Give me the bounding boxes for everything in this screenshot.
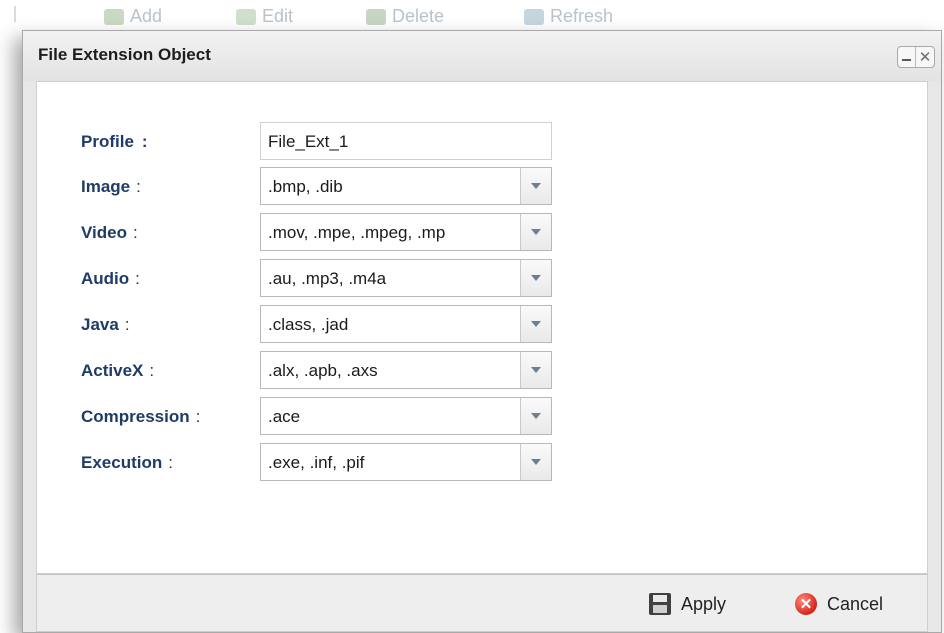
window-controls: ✕ [897, 46, 935, 68]
delete-button[interactable]: Delete [366, 6, 444, 27]
chevron-down-icon [531, 229, 541, 235]
activex-row: ActiveX: .alx, .apb, .axs [37, 351, 637, 389]
dialog-title: File Extension Object [38, 45, 211, 64]
java-value: .class, .jad [268, 315, 349, 334]
close-button[interactable]: ✕ [916, 47, 934, 67]
cancel-icon: ✕ [795, 593, 817, 615]
java-dropdown-button[interactable] [520, 306, 551, 342]
image-select[interactable]: .bmp, .dib [260, 167, 552, 205]
java-row: Java: .class, .jad [37, 305, 637, 343]
video-value: .mov, .mpe, .mpeg, .mp [268, 223, 446, 242]
java-label: Java: [81, 315, 130, 334]
chevron-down-icon [531, 459, 541, 465]
activex-label: ActiveX: [81, 361, 155, 380]
background-toolbar: Add Edit Delete Refresh [0, 0, 944, 30]
close-icon: ✕ [918, 49, 932, 66]
chevron-down-icon [531, 321, 541, 327]
video-dropdown-button[interactable] [520, 214, 551, 250]
form-panel: Profile: File_Ext_1 Image: .bmp, .dib Vi… [36, 81, 928, 574]
video-row: Video: .mov, .mpe, .mpeg, .mp [37, 213, 637, 251]
activex-value: .alx, .apb, .axs [268, 361, 378, 380]
refresh-button[interactable]: Refresh [524, 6, 613, 27]
chevron-down-icon [531, 183, 541, 189]
image-dropdown-button[interactable] [520, 168, 551, 204]
compression-select[interactable]: .ace [260, 397, 552, 435]
execution-label: Execution: [81, 453, 173, 472]
compression-label: Compression: [81, 407, 201, 426]
delete-icon [366, 8, 386, 25]
audio-row: Audio: .au, .mp3, .m4a [37, 259, 637, 297]
refresh-icon [524, 8, 544, 25]
chevron-down-icon [531, 367, 541, 373]
image-value: .bmp, .dib [268, 177, 343, 196]
apply-button[interactable]: Apply [649, 593, 726, 615]
execution-value: .exe, .inf, .pif [268, 453, 365, 472]
chevron-down-icon [531, 275, 541, 281]
dialog-titlebar[interactable]: File Extension Object ✕ [23, 31, 941, 81]
audio-label: Audio: [81, 269, 140, 288]
compression-dropdown-button[interactable] [520, 398, 551, 434]
image-row: Image: .bmp, .dib [37, 167, 637, 205]
add-label: Add [130, 6, 163, 26]
video-label: Video: [81, 223, 138, 242]
add-button[interactable]: Add [104, 6, 162, 27]
edit-icon [236, 8, 256, 25]
execution-row: Execution: .exe, .inf, .pif [37, 443, 637, 481]
toolbar-separator [14, 6, 16, 22]
compression-value: .ace [268, 407, 301, 426]
cancel-label: Cancel [827, 593, 884, 614]
dialog-footer: Apply ✕ Cancel [36, 574, 928, 632]
save-icon [649, 593, 671, 615]
file-extension-dialog: File Extension Object ✕ Profile: File_Ex… [22, 30, 942, 633]
execution-select[interactable]: .exe, .inf, .pif [260, 443, 552, 481]
audio-value: .au, .mp3, .m4a [268, 269, 387, 288]
compression-row: Compression: .ace [37, 397, 637, 435]
minimize-icon [902, 59, 912, 61]
chevron-down-icon [531, 413, 541, 419]
execution-dropdown-button[interactable] [520, 444, 551, 480]
java-select[interactable]: .class, .jad [260, 305, 552, 343]
profile-input[interactable]: File_Ext_1 [260, 122, 552, 160]
image-label: Image: [81, 177, 141, 196]
minimize-button[interactable] [898, 47, 917, 67]
activex-dropdown-button[interactable] [520, 352, 551, 388]
profile-value: File_Ext_1 [268, 132, 349, 151]
edit-button[interactable]: Edit [236, 6, 293, 27]
video-select[interactable]: .mov, .mpe, .mpeg, .mp [260, 213, 552, 251]
audio-dropdown-button[interactable] [520, 260, 551, 296]
cancel-button[interactable]: ✕ Cancel [795, 593, 883, 615]
profile-row: Profile: File_Ext_1 [37, 122, 637, 160]
activex-select[interactable]: .alx, .apb, .axs [260, 351, 552, 389]
apply-label: Apply [681, 593, 727, 614]
edit-label: Edit [262, 6, 294, 26]
add-icon [104, 8, 124, 25]
profile-label: Profile: [81, 132, 148, 151]
refresh-label: Refresh [550, 6, 614, 26]
audio-select[interactable]: .au, .mp3, .m4a [260, 259, 552, 297]
delete-label: Delete [392, 6, 445, 26]
